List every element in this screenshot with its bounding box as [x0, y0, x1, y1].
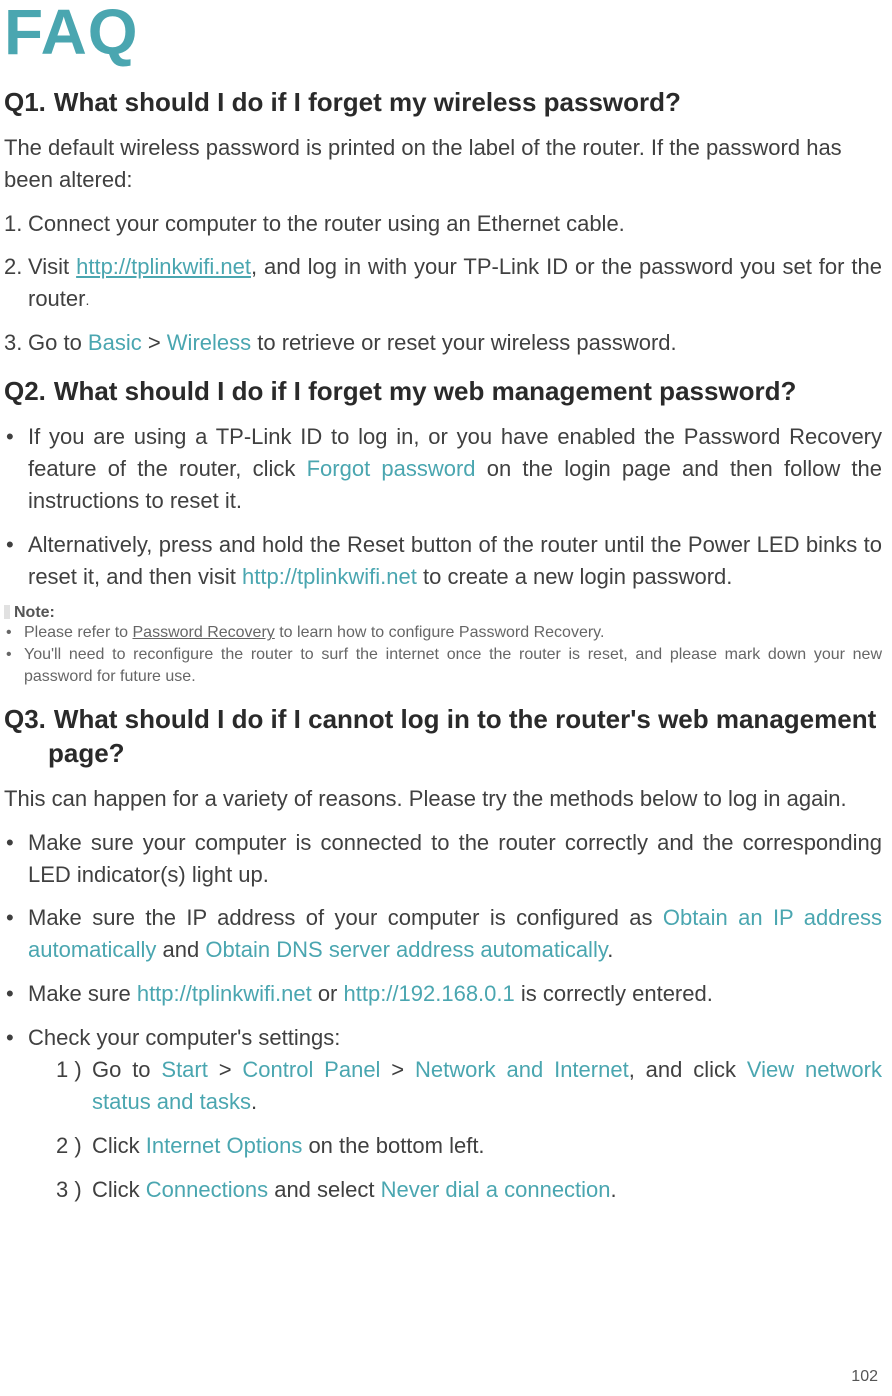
network-internet-label: Network and Internet — [415, 1057, 629, 1082]
q3-intro: This can happen for a variety of reasons… — [4, 783, 882, 815]
never-dial-label: Never dial a connection — [381, 1177, 611, 1202]
period: . — [611, 1177, 617, 1202]
sub1-b: , and click — [629, 1057, 747, 1082]
q2-b2-b: to create a new login password. — [417, 564, 733, 589]
forgot-password-label: Forgot password — [307, 456, 476, 481]
q1-step-3-b: to retrieve or reset your wireless passw… — [251, 330, 677, 355]
substep-marker-3: 3 ) — [56, 1174, 82, 1206]
q2-note-2: You'll need to reconfigure the router to… — [4, 644, 882, 687]
q3-b3-or: or — [312, 981, 344, 1006]
substep-marker-1: 1 ) — [56, 1054, 82, 1086]
sep: > — [208, 1057, 243, 1082]
q1-step-2-a: Visit — [28, 254, 76, 279]
q3-bullet-2: Make sure the IP address of your compute… — [4, 902, 882, 966]
q3-bullets: Make sure your computer is connected to … — [4, 827, 882, 1206]
period: . — [85, 292, 89, 308]
q2-bullet-2: Alternatively, press and hold the Reset … — [4, 529, 882, 593]
q3-heading-line2: page? — [48, 737, 882, 771]
connections-label: Connections — [146, 1177, 268, 1202]
q2-heading-text: What should I do if I forget my web mana… — [54, 376, 797, 406]
q3-number: Q3. — [4, 704, 46, 734]
period: . — [251, 1089, 257, 1114]
sep: > — [142, 330, 167, 355]
obtain-dns-label: Obtain DNS server address automatically — [205, 937, 607, 962]
q3-bullet-4: Check your computer's settings: 1 ) Go t… — [4, 1022, 882, 1205]
q3-substep-3: 3 ) Click Connections and select Never d… — [56, 1174, 882, 1206]
start-label: Start — [161, 1057, 207, 1082]
sub3-b: and select — [268, 1177, 381, 1202]
q1-step-3-a: Go to — [28, 330, 88, 355]
q3-substep-2: 2 ) Click Internet Options on the bottom… — [56, 1130, 882, 1162]
q2-bullets: If you are using a TP-Link ID to log in,… — [4, 421, 882, 592]
note-label: Note: — [4, 604, 882, 622]
page-title: FAQ — [4, 0, 882, 64]
q2-note-1-a: Please refer to — [24, 624, 133, 641]
q3-substep-1: 1 ) Go to Start > Control Panel > Networ… — [56, 1054, 882, 1118]
q1-number: Q1. — [4, 87, 46, 117]
q1-step-3: Go to Basic > Wireless to retrieve or re… — [4, 327, 882, 359]
control-panel-label: Control Panel — [242, 1057, 380, 1082]
sub3-a: Click — [92, 1177, 146, 1202]
q1-step-1-text: Connect your computer to the router usin… — [28, 211, 625, 236]
q2-note-1-b: to learn how to configure Password Recov… — [275, 624, 605, 641]
tplinkwifi-text-2: http://tplinkwifi.net — [137, 981, 312, 1006]
router-ip-text: http://192.168.0.1 — [344, 981, 515, 1006]
password-recovery-link[interactable]: Password Recovery — [133, 624, 275, 641]
basic-label: Basic — [88, 330, 142, 355]
q1-steps: Connect your computer to the router usin… — [4, 208, 882, 360]
q3-b3-a: Make sure — [28, 981, 137, 1006]
q3-heading-line1: What should I do if I cannot log in to t… — [54, 704, 876, 734]
period: . — [607, 937, 613, 962]
page-number: 102 — [851, 1368, 878, 1386]
q2-note-1: Please refer to Password Recovery to lea… — [4, 622, 882, 644]
q2-bullet-1: If you are using a TP-Link ID to log in,… — [4, 421, 882, 517]
sep: > — [380, 1057, 415, 1082]
sub1-a: Go to — [92, 1057, 161, 1082]
substep-marker-2: 2 ) — [56, 1130, 82, 1162]
q2-heading: Q2. What should I do if I forget my web m… — [4, 375, 882, 409]
q1-step-2: Visit http://tplinkwifi.net, and log in … — [4, 251, 882, 315]
q1-intro: The default wireless password is printed… — [4, 132, 882, 196]
tplinkwifi-text: http://tplinkwifi.net — [242, 564, 417, 589]
q1-step-1: Connect your computer to the router usin… — [4, 208, 882, 240]
q3-bullet-3: Make sure http://tplinkwifi.net or http:… — [4, 978, 882, 1010]
internet-options-label: Internet Options — [146, 1133, 303, 1158]
q3-b2-a: Make sure the IP address of your compute… — [28, 905, 663, 930]
tplinkwifi-link[interactable]: http://tplinkwifi.net — [76, 254, 251, 279]
sub2-b: on the bottom left. — [302, 1133, 484, 1158]
q1-heading-text: What should I do if I forget my wireless… — [54, 87, 681, 117]
q2-notes: Please refer to Password Recovery to lea… — [4, 622, 882, 687]
q2-number: Q2. — [4, 376, 46, 406]
q3-bullet-1: Make sure your computer is connected to … — [4, 827, 882, 891]
sub2-a: Click — [92, 1133, 146, 1158]
wireless-label: Wireless — [167, 330, 251, 355]
q3-heading: Q3. What should I do if I cannot log in t… — [4, 703, 882, 771]
q3-b4-text: Check your computer's settings: — [28, 1025, 340, 1050]
q3-b2-and: and — [156, 937, 205, 962]
q1-heading: Q1. What should I do if I forget my wirel… — [4, 86, 882, 120]
q3-substeps: 1 ) Go to Start > Control Panel > Networ… — [56, 1054, 882, 1206]
q3-b3-b: is correctly entered. — [515, 981, 713, 1006]
